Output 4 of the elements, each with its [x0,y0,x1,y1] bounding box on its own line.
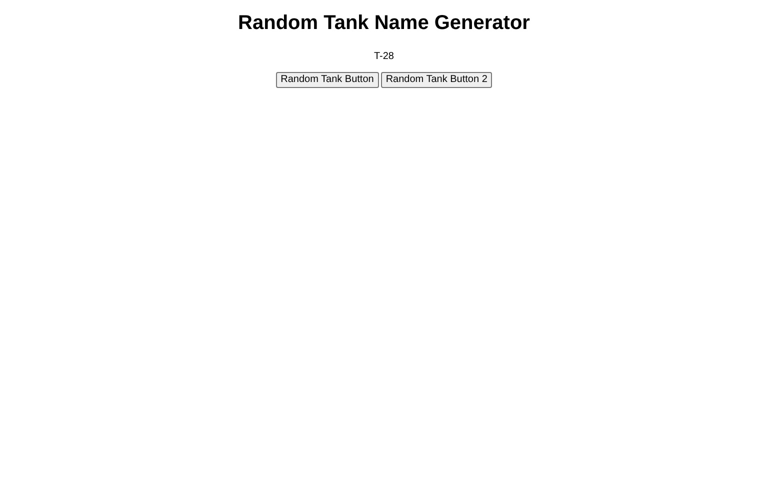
random-tank-button[interactable]: Random Tank Button 2 [380,72,492,88]
page-title: Random Tank Name Generator [237,12,531,35]
random-tank-button[interactable]: Random Tank Button [276,72,379,88]
tank-name: T-28 [372,51,395,63]
